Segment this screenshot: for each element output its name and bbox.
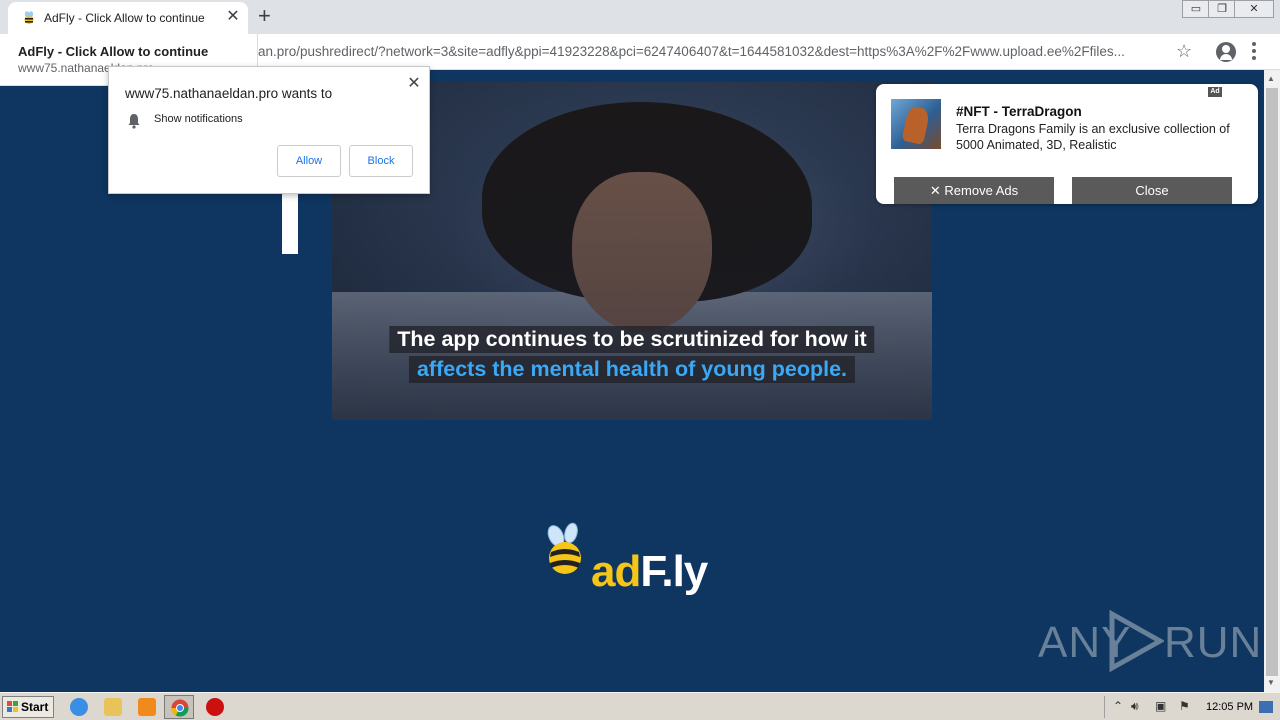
dragon-thumbnail <box>891 99 941 149</box>
permission-title: www75.nathanaeldan.pro wants to <box>125 86 333 101</box>
video-caption-line2: affects the mental health of young peopl… <box>408 356 856 383</box>
explorer-icon[interactable] <box>104 698 122 716</box>
permission-request-text: Show notifications <box>154 113 243 125</box>
close-window-button[interactable]: ✕ <box>1234 0 1274 18</box>
start-button[interactable]: Start <box>2 696 54 718</box>
play-triangle-icon <box>1109 610 1164 672</box>
notification-body: Terra Dragons Family is an exclusive col… <box>956 122 1230 152</box>
windows-logo-icon <box>7 701 19 713</box>
taskbar-clock: 12:05 PM <box>1206 701 1254 713</box>
scroll-down-icon[interactable]: ▼ <box>1267 678 1275 687</box>
new-tab-button[interactable]: + <box>258 5 271 27</box>
tray-expand-icon[interactable]: ⌃ <box>1113 699 1123 713</box>
media-player-icon[interactable] <box>138 698 156 716</box>
scroll-up-icon[interactable]: ▲ <box>1267 74 1275 83</box>
anyrun-watermark: ANY RUN <box>1038 610 1261 674</box>
tab-strip: AdFly - Click Allow to continue ✕ + ▭ ❐ … <box>0 0 1280 34</box>
flag-icon[interactable]: ⚑ <box>1179 699 1190 713</box>
page-fragment <box>282 192 298 254</box>
ad-badge: Ad <box>1208 87 1222 97</box>
taskbar: Start ⌃ 🔊︎ ▣ ⚑ 12:05 PM <box>0 692 1280 720</box>
hover-card-title: AdFly - Click Allow to continue <box>18 44 209 59</box>
logo-ad-text: ad <box>591 547 641 596</box>
page-scrollbar[interactable]: ▲ ▼ <box>1264 70 1280 692</box>
stop-icon[interactable] <box>206 698 224 716</box>
minimize-button[interactable]: ▭ <box>1182 0 1210 18</box>
block-button[interactable]: Block <box>349 145 413 177</box>
video-caption-line1: The app continues to be scrutinized for … <box>389 326 875 353</box>
scroll-thumb[interactable] <box>1266 88 1278 676</box>
account-icon[interactable] <box>1216 42 1236 62</box>
notification-close-button[interactable]: Close <box>1072 177 1232 204</box>
network-icon[interactable]: ▣ <box>1155 699 1166 713</box>
address-bar[interactable]: an.pro/pushredirect/?network=3&site=adfl… <box>258 44 1163 59</box>
notification-permission-popup: www75.nathanaeldan.pro wants to ✕ Show n… <box>108 66 430 194</box>
bell-icon <box>128 114 140 129</box>
adfly-wordmark: adF.ly <box>591 547 708 597</box>
chrome-icon <box>171 699 189 717</box>
volume-icon[interactable]: 🔊︎ <box>1131 699 1139 714</box>
logo-fly-text: F.ly <box>640 547 708 596</box>
ie-icon[interactable] <box>70 698 88 716</box>
adfly-favicon-icon <box>24 11 34 24</box>
screen: AdFly - Click Allow to continue ✕ + ▭ ❐ … <box>0 0 1280 720</box>
restore-button[interactable]: ❐ <box>1208 0 1236 18</box>
permission-close-icon[interactable]: ✕ <box>405 73 423 93</box>
show-desktop-icon[interactable] <box>1259 701 1273 713</box>
start-label: Start <box>21 700 49 714</box>
remove-ads-button[interactable]: ✕ Remove Ads <box>894 177 1054 204</box>
tab-close-icon[interactable]: ✕ <box>224 8 242 26</box>
adfly-logo: adF.ly <box>540 520 740 610</box>
notification-title: #NFT - TerraDragon <box>956 104 1082 119</box>
bookmark-star-icon[interactable]: ☆ <box>1176 41 1192 62</box>
bee-icon <box>547 522 581 574</box>
menu-icon[interactable] <box>1252 42 1256 62</box>
allow-button[interactable]: Allow <box>277 145 341 177</box>
watermark-run: RUN <box>1164 618 1263 667</box>
tab-title: AdFly - Click Allow to continue <box>44 11 205 25</box>
chrome-taskbar-button[interactable] <box>164 695 194 719</box>
browser-tab[interactable]: AdFly - Click Allow to continue ✕ <box>8 2 248 34</box>
ad-notification[interactable]: #NFT - TerraDragon Terra Dragons Family … <box>876 84 1258 204</box>
